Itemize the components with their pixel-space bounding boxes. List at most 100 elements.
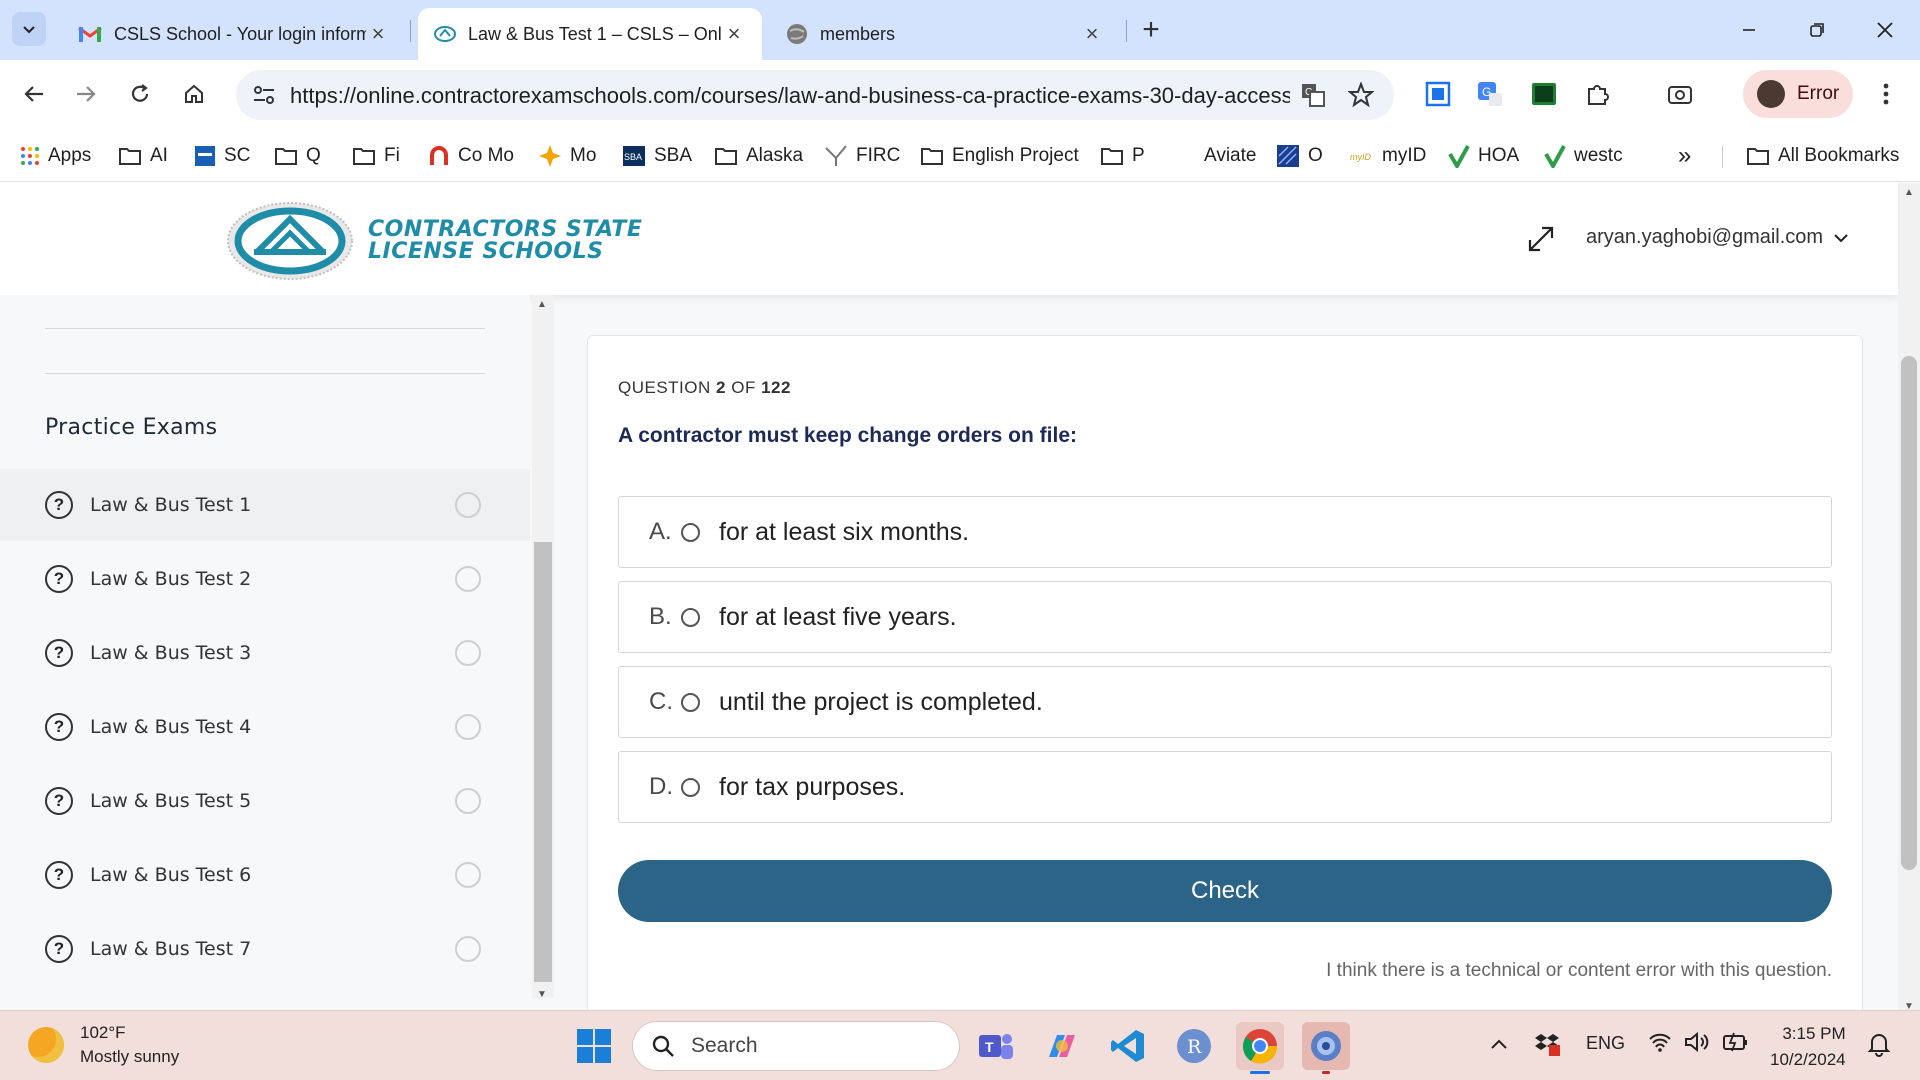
screenshot-button[interactable] bbox=[1660, 74, 1700, 114]
bookmark-mo[interactable]: Mo bbox=[538, 140, 596, 172]
battery-tray[interactable] bbox=[1722, 1031, 1750, 1058]
bookmark-comodo[interactable]: Co Mo bbox=[428, 140, 514, 172]
current-question-number: 2 bbox=[716, 378, 726, 397]
terminal-icon bbox=[1532, 83, 1556, 105]
back-button[interactable] bbox=[14, 74, 54, 114]
bookmark-myid[interactable]: myID myID bbox=[1350, 140, 1426, 172]
network-tray[interactable] bbox=[1648, 1031, 1672, 1058]
minimize-button[interactable] bbox=[1724, 10, 1774, 50]
o-icon bbox=[1276, 144, 1300, 168]
radio-button[interactable] bbox=[681, 777, 700, 797]
user-account-menu[interactable]: aryan.yaghobi@gmail.com bbox=[1586, 226, 1849, 249]
tab-law-bus-test[interactable]: Law & Bus Test 1 – CSLS – Onlir × bbox=[418, 8, 762, 60]
profile-error-chip[interactable]: Error bbox=[1743, 70, 1853, 118]
check-button[interactable]: Check bbox=[618, 860, 1832, 922]
dropbox-tray[interactable] bbox=[1534, 1031, 1560, 1062]
sidebar-item-test-6[interactable]: ? Law & Bus Test 6 bbox=[0, 839, 530, 911]
bookmark-sba[interactable]: SBA SBA bbox=[622, 140, 692, 172]
close-icon[interactable]: × bbox=[722, 21, 746, 46]
bookmark-english-project[interactable]: English Project bbox=[920, 140, 1079, 172]
report-error-link[interactable]: I think there is a technical or content … bbox=[1326, 960, 1832, 982]
scrollbar-thumb[interactable] bbox=[534, 542, 552, 982]
scroll-up-icon[interactable]: ▲ bbox=[1904, 187, 1914, 198]
radio-button[interactable] bbox=[681, 607, 700, 627]
answer-option-d[interactable]: D. for tax purposes. bbox=[618, 751, 1832, 823]
scroll-up-icon[interactable]: ▲ bbox=[537, 299, 547, 310]
language-indicator[interactable]: ENG bbox=[1586, 1033, 1625, 1054]
system-clock[interactable]: 3:15 PM 10/2/2024 bbox=[1770, 1021, 1846, 1073]
sidebar-item-test-7[interactable]: ? Law & Bus Test 7 bbox=[0, 913, 530, 985]
bookmark-sc[interactable]: SC bbox=[194, 140, 250, 172]
sidebar-item-test-2[interactable]: ? Law & Bus Test 2 bbox=[0, 543, 530, 615]
bookmark-aviate[interactable]: Aviate bbox=[1204, 140, 1256, 172]
sidebar-item-label: Law & Bus Test 6 bbox=[90, 864, 252, 886]
taskbar-search[interactable]: Search bbox=[632, 1021, 960, 1071]
translate-icon[interactable]: G bbox=[1300, 82, 1326, 108]
bookmark-p[interactable]: P bbox=[1100, 140, 1145, 172]
fullscreen-button[interactable] bbox=[1523, 221, 1559, 257]
radio-button[interactable] bbox=[681, 692, 700, 712]
answer-option-b[interactable]: B. for at least five years. bbox=[618, 581, 1832, 653]
show-hidden-icons-button[interactable] bbox=[1490, 1035, 1508, 1056]
bookmark-label: English Project bbox=[952, 145, 1079, 166]
bookmarks-overflow-button[interactable]: » bbox=[1678, 140, 1691, 172]
sidebar-scrollbar[interactable]: ▲ ▼ bbox=[532, 295, 554, 1000]
r-app[interactable]: R bbox=[1170, 1022, 1218, 1070]
home-button[interactable] bbox=[174, 74, 214, 114]
weather-widget[interactable]: 102°F Mostly sunny bbox=[28, 1021, 179, 1069]
star-icon[interactable] bbox=[1348, 82, 1374, 108]
bookmark-alaska[interactable]: Alaska bbox=[714, 140, 803, 172]
recording-app[interactable] bbox=[1302, 1022, 1350, 1074]
window-close-button[interactable] bbox=[1860, 10, 1910, 50]
notifications-button[interactable] bbox=[1866, 1031, 1892, 1062]
scroll-down-icon[interactable]: ▼ bbox=[537, 989, 547, 1000]
terminal-extension[interactable] bbox=[1524, 74, 1564, 114]
all-bookmarks-button[interactable]: All Bookmarks bbox=[1746, 140, 1899, 172]
sidebar-item-test-1[interactable]: ? Law & Bus Test 1 bbox=[0, 469, 530, 541]
bookmark-fi[interactable]: Fi bbox=[352, 140, 400, 172]
answer-option-a[interactable]: A. for at least six months. bbox=[618, 496, 1832, 568]
scrollbar-thumb[interactable] bbox=[1901, 356, 1917, 870]
chrome-app[interactable] bbox=[1236, 1022, 1284, 1074]
browser-menu-button[interactable] bbox=[1866, 74, 1906, 114]
vscode-app[interactable] bbox=[1104, 1022, 1152, 1070]
restore-icon bbox=[1810, 23, 1824, 37]
bookmark-ai[interactable]: AI bbox=[118, 140, 168, 172]
bookmark-o[interactable]: O bbox=[1276, 140, 1323, 172]
restore-button[interactable] bbox=[1792, 10, 1842, 50]
tab-members[interactable]: members × bbox=[770, 8, 1120, 60]
divider bbox=[45, 373, 485, 374]
sidebar-item-test-5[interactable]: ? Law & Bus Test 5 bbox=[0, 765, 530, 837]
answer-option-c[interactable]: C. until the project is completed. bbox=[618, 666, 1832, 738]
bookmark-apps[interactable]: Apps bbox=[20, 140, 91, 172]
copilot-app[interactable] bbox=[1038, 1022, 1086, 1070]
site-header: CONTRACTORS STATE LICENSE SCHOOLS aryan.… bbox=[0, 183, 1898, 295]
folder-icon bbox=[1746, 146, 1770, 166]
address-bar[interactable]: https://online.contractorexamschools.com… bbox=[236, 70, 1394, 120]
bookmark-westc[interactable]: westc bbox=[1544, 140, 1623, 172]
tab-search-button[interactable] bbox=[12, 12, 46, 46]
sidebar-item-test-4[interactable]: ? Law & Bus Test 4 bbox=[0, 691, 530, 763]
folder-icon bbox=[714, 146, 738, 166]
bookmark-firc[interactable]: FIRC bbox=[824, 140, 900, 172]
volume-tray[interactable] bbox=[1684, 1031, 1710, 1058]
radio-button[interactable] bbox=[681, 522, 700, 542]
screen-capture-extension[interactable] bbox=[1418, 74, 1458, 114]
google-translate-extension[interactable]: G bbox=[1470, 74, 1510, 114]
extensions-button[interactable] bbox=[1578, 74, 1618, 114]
site-logo[interactable]: CONTRACTORS STATE LICENSE SCHOOLS bbox=[226, 201, 642, 281]
forward-button[interactable] bbox=[66, 74, 106, 114]
start-button[interactable] bbox=[570, 1022, 618, 1070]
bookmark-q[interactable]: Q bbox=[274, 140, 321, 172]
page-scrollbar[interactable]: ▲ ▼ bbox=[1898, 183, 1920, 1012]
bookmark-hoa[interactable]: HOA bbox=[1448, 140, 1519, 172]
close-icon[interactable]: × bbox=[366, 21, 390, 46]
question-icon: ? bbox=[45, 565, 73, 593]
all-bookmarks-label: All Bookmarks bbox=[1778, 145, 1900, 166]
close-icon[interactable]: × bbox=[1080, 21, 1104, 46]
teams-app[interactable]: T bbox=[972, 1022, 1020, 1070]
sidebar-item-test-3[interactable]: ? Law & Bus Test 3 bbox=[0, 617, 530, 689]
new-tab-button[interactable]: + bbox=[1135, 13, 1167, 46]
reload-button[interactable] bbox=[120, 74, 160, 114]
tab-gmail[interactable]: CSLS School - Your login inform × bbox=[62, 8, 406, 60]
